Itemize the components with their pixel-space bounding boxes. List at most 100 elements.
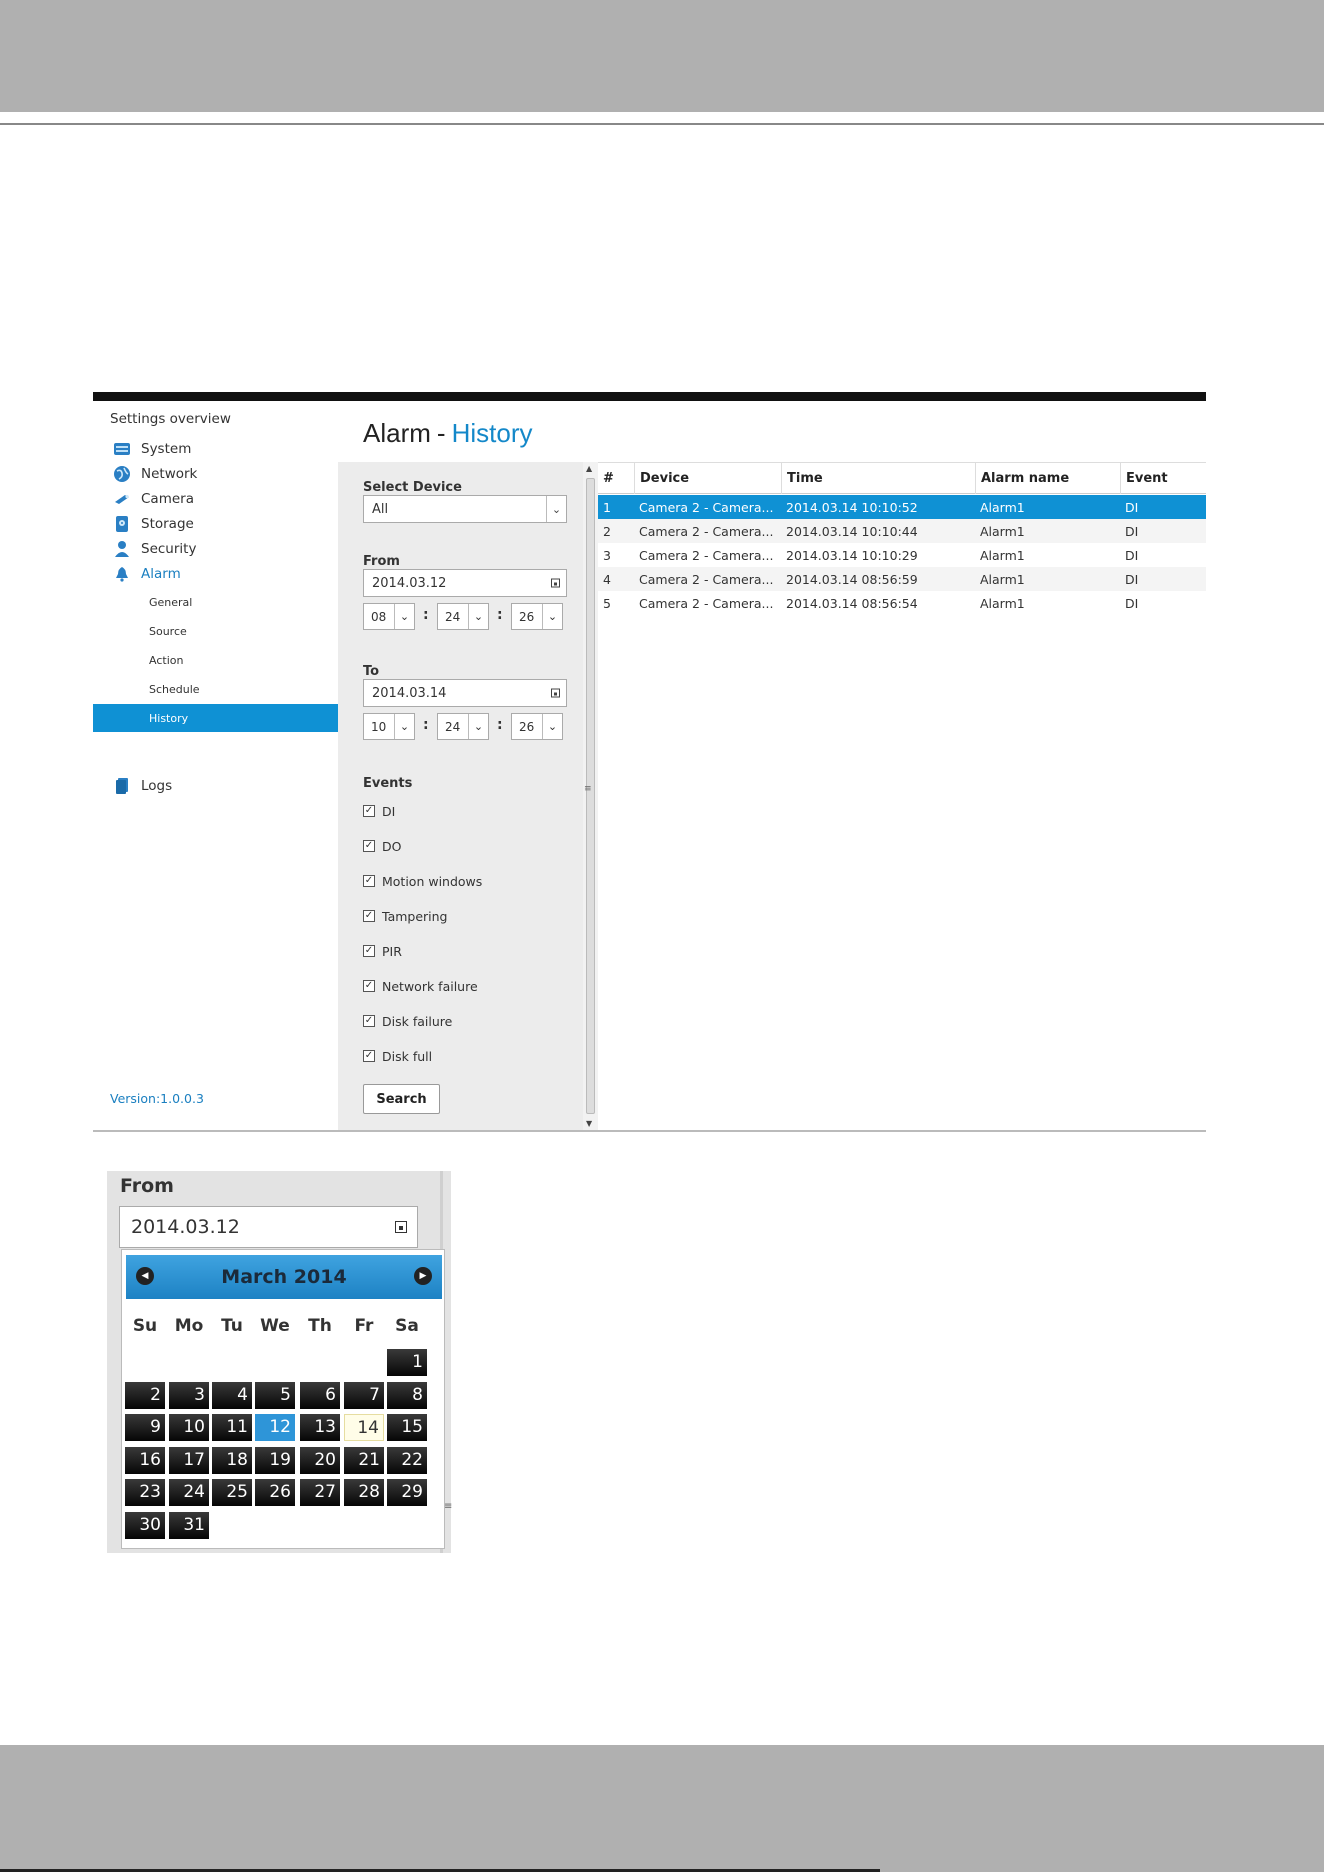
calendar-day[interactable]: 25 bbox=[212, 1479, 252, 1506]
from-minute-value: 24 bbox=[445, 609, 461, 624]
event-checkbox-pir[interactable]: ✓ PIR bbox=[363, 942, 402, 960]
scroll-up-icon[interactable]: ▲ bbox=[586, 464, 592, 473]
table-row[interactable]: 5 Camera 2 - Camera... 2014.03.14 08:56:… bbox=[598, 591, 1206, 615]
prev-month-icon[interactable]: ◀ bbox=[136, 1267, 154, 1285]
calendar-day[interactable]: 29 bbox=[387, 1479, 427, 1506]
column-header-time[interactable]: Time bbox=[781, 463, 975, 494]
column-header-alarm-name[interactable]: Alarm name bbox=[975, 463, 1120, 494]
calendar-day[interactable]: 16 bbox=[125, 1447, 165, 1474]
search-button[interactable]: Search bbox=[363, 1084, 440, 1114]
cell-event: DI bbox=[1125, 547, 1139, 563]
calendar-day[interactable]: 7 bbox=[344, 1382, 384, 1409]
filter-scrollbar[interactable]: ▲ ≡ ▼ bbox=[583, 462, 598, 1130]
sidebar-item-camera[interactable]: Camera bbox=[113, 487, 194, 511]
checkbox-checked-icon[interactable]: ✓ bbox=[363, 805, 375, 817]
sidebar-item-storage[interactable]: Storage bbox=[113, 512, 194, 536]
calendar-day[interactable]: 1 bbox=[387, 1349, 427, 1376]
event-checkbox-network-failure[interactable]: ✓ Network failure bbox=[363, 977, 478, 995]
column-header-device[interactable]: Device bbox=[634, 463, 781, 494]
calendar-day[interactable]: 30 bbox=[125, 1512, 165, 1539]
sidebar-subitem-action[interactable]: Action bbox=[93, 646, 338, 674]
calendar-day[interactable]: 15 bbox=[387, 1414, 427, 1441]
table-row[interactable]: 3 Camera 2 - Camera... 2014.03.14 10:10:… bbox=[598, 543, 1206, 567]
calendar-day[interactable]: 12 bbox=[255, 1414, 295, 1441]
event-checkbox-tampering[interactable]: ✓ Tampering bbox=[363, 907, 448, 925]
scroll-thumb[interactable] bbox=[586, 478, 595, 1114]
checkbox-checked-icon[interactable]: ✓ bbox=[363, 875, 375, 887]
page-title: Alarm - History bbox=[363, 418, 532, 449]
calendar-day[interactable]: 22 bbox=[387, 1447, 427, 1474]
column-header-event[interactable]: Event bbox=[1120, 463, 1206, 494]
sidebar-item-security[interactable]: Security bbox=[113, 537, 196, 561]
calendar-day[interactable]: 4 bbox=[212, 1382, 252, 1409]
checkbox-checked-icon[interactable]: ✓ bbox=[363, 1015, 375, 1027]
to-minute-select[interactable]: 24 ⌄ bbox=[437, 713, 489, 740]
checkbox-checked-icon[interactable]: ✓ bbox=[363, 910, 375, 922]
calendar-date-input[interactable]: 2014.03.12 bbox=[119, 1206, 418, 1248]
calendar-day[interactable]: 11 bbox=[212, 1414, 252, 1441]
scroll-down-icon[interactable]: ▼ bbox=[586, 1119, 592, 1128]
sidebar-subitem-schedule[interactable]: Schedule bbox=[93, 675, 338, 703]
table-row[interactable]: 2 Camera 2 - Camera... 2014.03.14 10:10:… bbox=[598, 519, 1206, 543]
event-checkbox-disk-full[interactable]: ✓ Disk full bbox=[363, 1047, 432, 1065]
month-title: March 2014 bbox=[221, 1266, 347, 1288]
checkbox-checked-icon[interactable]: ✓ bbox=[363, 980, 375, 992]
calendar-day[interactable]: 20 bbox=[300, 1447, 340, 1474]
calendar-day[interactable]: 31 bbox=[169, 1512, 209, 1539]
calendar-day[interactable]: 27 bbox=[300, 1479, 340, 1506]
calendar-day[interactable]: 5 bbox=[255, 1382, 295, 1409]
logs-icon bbox=[113, 777, 131, 795]
event-checkbox-motion-windows[interactable]: ✓ Motion windows bbox=[363, 872, 482, 890]
to-hour-select[interactable]: 10 ⌄ bbox=[363, 713, 415, 740]
sidebar-item-system[interactable]: System bbox=[113, 437, 191, 461]
from-second-select[interactable]: 26 ⌄ bbox=[511, 603, 563, 630]
from-hour-select[interactable]: 08 ⌄ bbox=[363, 603, 415, 630]
sidebar-item-network[interactable]: Network bbox=[113, 462, 197, 486]
table-row[interactable]: 4 Camera 2 - Camera... 2014.03.14 08:56:… bbox=[598, 567, 1206, 591]
column-header-number[interactable]: # bbox=[598, 463, 634, 494]
sidebar-subitem-general[interactable]: General bbox=[93, 588, 338, 616]
cell-alarm-name: Alarm1 bbox=[980, 571, 1025, 587]
resize-grip-icon[interactable]: ≡ bbox=[444, 1501, 452, 1512]
calendar-day[interactable]: 23 bbox=[125, 1479, 165, 1506]
calendar-day[interactable]: 24 bbox=[169, 1479, 209, 1506]
sidebar-item-logs[interactable]: Logs bbox=[113, 774, 172, 798]
to-second-select[interactable]: 26 ⌄ bbox=[511, 713, 563, 740]
event-checkbox-do[interactable]: ✓ DO bbox=[363, 837, 401, 855]
calendar-day[interactable]: 17 bbox=[169, 1447, 209, 1474]
next-month-icon[interactable]: ▶ bbox=[414, 1267, 432, 1285]
calendar-day[interactable]: 26 bbox=[255, 1479, 295, 1506]
from-date-input[interactable]: 2014.03.12 bbox=[363, 569, 567, 597]
to-date-input[interactable]: 2014.03.14 bbox=[363, 679, 567, 707]
resize-grip-icon[interactable]: ≡ bbox=[584, 784, 592, 794]
calendar-day[interactable]: 9 bbox=[125, 1414, 165, 1441]
calendar-day[interactable]: 3 bbox=[169, 1382, 209, 1409]
event-checkbox-di[interactable]: ✓ DI bbox=[363, 802, 395, 820]
calendar-day[interactable]: 13 bbox=[300, 1414, 340, 1441]
chevron-down-icon: ⌄ bbox=[468, 714, 488, 739]
sidebar-item-alarm[interactable]: Alarm bbox=[113, 562, 181, 586]
calendar-icon[interactable] bbox=[551, 578, 560, 588]
checkbox-checked-icon[interactable]: ✓ bbox=[363, 945, 375, 957]
calendar-day[interactable]: 19 bbox=[255, 1447, 295, 1474]
table-row[interactable]: 1 Camera 2 - Camera... 2014.03.14 10:10:… bbox=[598, 495, 1206, 519]
calendar-day[interactable]: 28 bbox=[344, 1479, 384, 1506]
calendar-icon[interactable] bbox=[551, 688, 560, 698]
calendar-day[interactable]: 14 bbox=[344, 1414, 384, 1441]
checkbox-checked-icon[interactable]: ✓ bbox=[363, 1050, 375, 1062]
sidebar-subitem-history[interactable]: History bbox=[93, 704, 338, 732]
calendar-day[interactable]: 18 bbox=[212, 1447, 252, 1474]
checkbox-checked-icon[interactable]: ✓ bbox=[363, 840, 375, 852]
event-checkbox-disk-failure[interactable]: ✓ Disk failure bbox=[363, 1012, 452, 1030]
settings-overview-link[interactable]: Settings overview bbox=[110, 411, 231, 427]
sidebar-subitem-source[interactable]: Source bbox=[93, 617, 338, 645]
event-label: Network failure bbox=[382, 978, 478, 994]
calendar-day[interactable]: 8 bbox=[387, 1382, 427, 1409]
calendar-day[interactable]: 21 bbox=[344, 1447, 384, 1474]
from-minute-select[interactable]: 24 ⌄ bbox=[437, 603, 489, 630]
calendar-day[interactable]: 2 bbox=[125, 1382, 165, 1409]
device-select[interactable]: All ⌄ bbox=[363, 495, 567, 523]
calendar-day[interactable]: 6 bbox=[300, 1382, 340, 1409]
calendar-icon[interactable] bbox=[395, 1221, 407, 1233]
calendar-day[interactable]: 10 bbox=[169, 1414, 209, 1441]
